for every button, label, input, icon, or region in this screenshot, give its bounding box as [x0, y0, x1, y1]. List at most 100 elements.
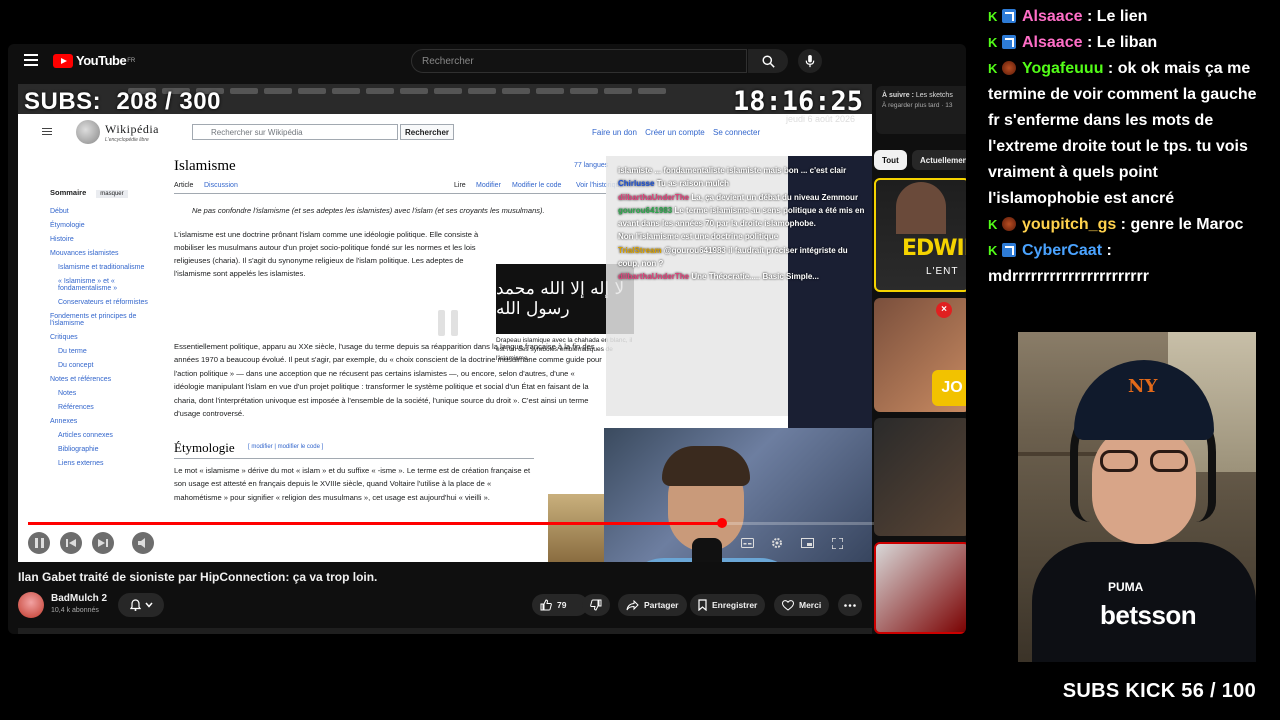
toc-item[interactable]: Notes et références	[50, 376, 160, 383]
recommended-thumbnail[interactable]	[874, 418, 966, 536]
video-title: Ilan Gabet traité de sioniste par HipCon…	[18, 570, 378, 584]
toc-item[interactable]: Articles connexes	[50, 432, 160, 439]
channel-name[interactable]: BadMulch 2	[51, 593, 107, 604]
thumbs-up-icon	[540, 599, 552, 611]
kick-badge-icon: K	[988, 35, 998, 50]
inner-chat-line: gourou641983 Le terme islamisme au sens …	[618, 205, 865, 229]
fullscreen-button[interactable]	[826, 532, 848, 554]
bookmark-icon	[698, 599, 707, 611]
toc-item[interactable]: Annexes	[50, 418, 160, 425]
toc-item[interactable]: Étymologie	[50, 222, 160, 229]
tab-read[interactable]: Lire	[454, 182, 466, 189]
wiki-create-account-link[interactable]: Créer un compte	[645, 128, 705, 137]
gear-icon	[772, 538, 782, 548]
toc-item[interactable]: Histoire	[50, 236, 160, 243]
wikipedia-globe-icon	[76, 120, 100, 144]
chevron-down-icon	[144, 602, 153, 608]
article-intro: L'islamisme est une doctrine prônant l'i…	[174, 228, 496, 290]
tab-discussion[interactable]: Discussion	[204, 182, 238, 189]
previous-button[interactable]	[60, 532, 82, 554]
description-box-edge	[18, 628, 872, 634]
play-pause-button[interactable]	[28, 532, 50, 554]
recommended-thumbnail[interactable]: EDWIN L'ENT	[874, 178, 966, 292]
toc-item[interactable]: Mouvances islamistes	[50, 250, 160, 257]
thumbnail-text: JO	[932, 370, 966, 406]
inner-chat-line: TrialStream @gourou641983 il faudrait pr…	[618, 245, 848, 269]
toc-item[interactable]: Du terme	[50, 348, 160, 355]
tab-edit-code[interactable]: Modifier le code	[512, 182, 561, 189]
inner-chat-line: islamiste ... fondamentaliste islamiste …	[618, 166, 847, 175]
recommended-thumbnail[interactable]: × JO	[874, 298, 966, 412]
menu-icon[interactable]	[24, 54, 38, 66]
inner-chat-line: Non l'islamisme est une doctrine politiq…	[618, 232, 779, 242]
toc-item[interactable]: Liens externes	[50, 460, 160, 467]
toc-item[interactable]: Bibliographie	[50, 446, 160, 453]
section-edit-links[interactable]: [ modifier | modifier le code ]	[248, 444, 323, 450]
more-actions-button[interactable]	[838, 594, 862, 616]
toc-item[interactable]: Conservateurs et réformistes	[50, 299, 160, 306]
toc-item[interactable]: Fondements et principes de l'islamisme	[50, 313, 160, 327]
recommended-thumbnail[interactable]	[874, 542, 966, 634]
progress-knob[interactable]	[716, 518, 727, 528]
search-input[interactable]: Rechercher	[411, 49, 747, 73]
subtitles-button[interactable]	[736, 532, 758, 554]
subtitles-icon	[740, 538, 754, 548]
miniplayer-button[interactable]	[796, 532, 818, 554]
chat-message: Kyoupitch_gs : genre le Maroc	[988, 212, 1272, 238]
toc-item[interactable]: Du concept	[50, 362, 160, 369]
chip-all[interactable]: Tout	[874, 150, 907, 170]
chip-live[interactable]: Actuellement i	[912, 150, 966, 170]
glasses	[1100, 450, 1190, 472]
toc-item[interactable]: Notes	[50, 390, 160, 397]
youtube-header: YouTube FR Rechercher	[8, 44, 966, 78]
bell-icon	[129, 599, 141, 611]
chat-username: Alsaace	[1022, 8, 1083, 25]
toc-item[interactable]: Islamisme et traditionalisme	[50, 264, 160, 271]
volume-button[interactable]	[132, 532, 154, 554]
thumbnail-person	[896, 182, 946, 234]
avatar[interactable]	[18, 592, 44, 618]
microphone-icon	[805, 54, 815, 67]
toc-item[interactable]: « Islamisme » et « fondamentalisme »	[50, 278, 160, 292]
subs-value: 208 / 300	[116, 88, 221, 115]
wiki-search-button[interactable]: Rechercher	[400, 124, 454, 140]
wiki-menu-icon[interactable]	[42, 128, 52, 136]
paragraph: L'islamisme est une doctrine prônant l'i…	[174, 230, 479, 278]
toc-item[interactable]: Références	[50, 404, 160, 411]
toc-hide-button[interactable]: masquer	[96, 190, 128, 198]
table-of-contents: Sommaire masquer Début Étymologie Histoir…	[50, 188, 160, 474]
heart-dollar-icon	[782, 599, 794, 611]
tab-article[interactable]: Article	[174, 182, 193, 189]
tab-edit[interactable]: Modifier	[476, 182, 501, 189]
share-button[interactable]: Partager	[618, 594, 687, 616]
thanks-button[interactable]: Merci	[774, 594, 830, 616]
pause-icon	[34, 538, 44, 548]
previous-icon	[66, 539, 76, 547]
toc-item[interactable]: Critiques	[50, 334, 160, 341]
settings-button[interactable]	[766, 532, 788, 554]
miniplayer-icon	[800, 538, 814, 548]
chat-message: K Alsaace : Le lien	[988, 4, 1272, 30]
portrait-image	[548, 494, 604, 562]
progress-bar[interactable]	[28, 518, 874, 528]
save-button[interactable]: Enregistrer	[690, 594, 766, 616]
notification-button[interactable]	[118, 593, 164, 617]
youtube-logo[interactable]: YouTube FR	[53, 53, 135, 68]
paragraph: Le mot « islamisme » dérive du mot « isl…	[174, 466, 531, 502]
like-button[interactable]: 79	[532, 594, 588, 616]
wiki-login-link[interactable]: Se connecter	[713, 128, 760, 137]
dislike-button[interactable]	[582, 594, 610, 616]
wikipedia-logo[interactable]: Wikipédia L'encyclopédie libre	[76, 120, 159, 144]
search-button[interactable]	[748, 49, 788, 73]
languages-button[interactable]: 77 langues	[574, 162, 608, 169]
up-next-label: À suivre :	[882, 92, 914, 99]
video-player[interactable]: Wikipédia L'encyclopédie libre Recherche…	[18, 84, 872, 562]
clock: 18:16:25	[733, 86, 864, 117]
next-button[interactable]	[92, 532, 114, 554]
toc-item[interactable]: Début	[50, 208, 160, 215]
wiki-search-input[interactable]: Rechercher sur Wikipédia	[192, 124, 398, 140]
voice-search-button[interactable]	[798, 49, 822, 73]
wiki-donate-link[interactable]: Faire un don	[592, 128, 637, 137]
fullscreen-icon	[831, 537, 843, 549]
up-next-card[interactable]: À suivre : Les sketchs À regarder plus t…	[876, 86, 966, 134]
